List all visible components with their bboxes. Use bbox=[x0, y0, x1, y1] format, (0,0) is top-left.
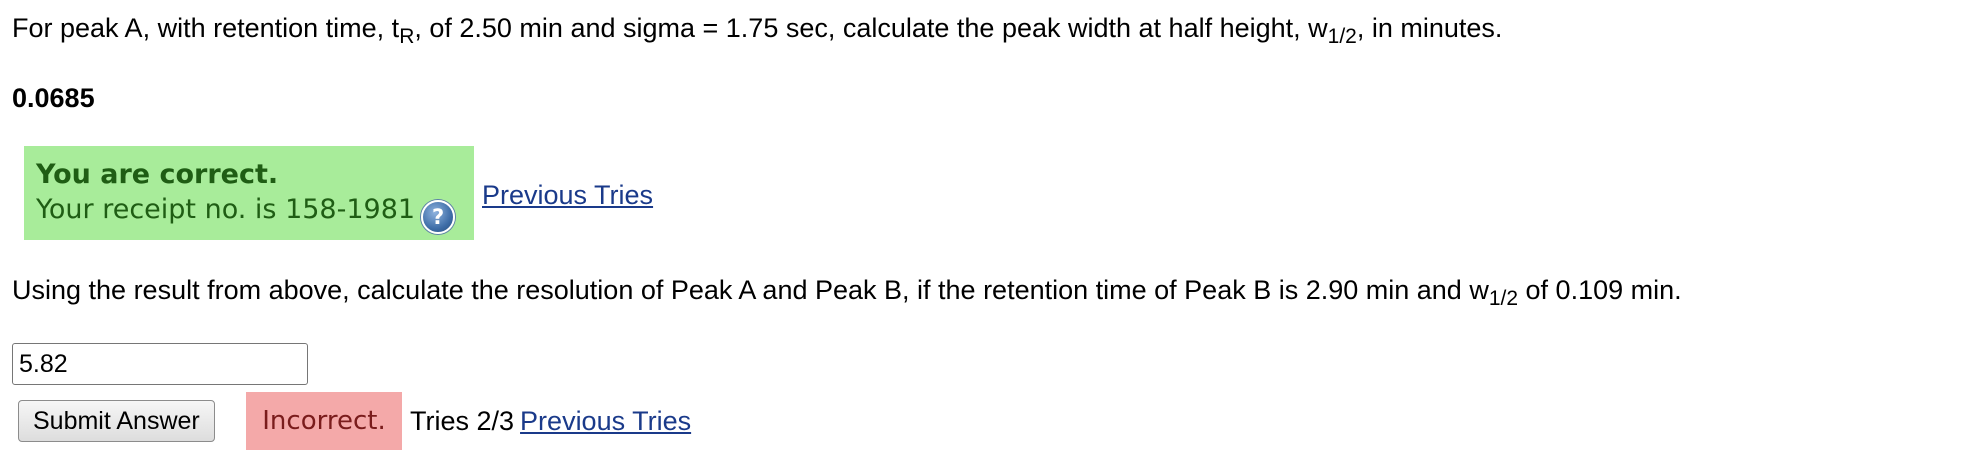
question-1-subscript-r: R bbox=[399, 25, 415, 48]
submit-answer-button[interactable]: Submit Answer bbox=[18, 400, 215, 442]
question-1-part-2: , of 2.50 min and sigma = 1.75 sec, calc… bbox=[414, 13, 1328, 43]
tries-info: Tries 2/3 Previous Tries bbox=[410, 401, 691, 441]
question-1-subscript-half: 1/2 bbox=[1327, 25, 1357, 48]
previous-tries-link-1[interactable]: Previous Tries bbox=[482, 175, 653, 215]
incorrect-status-badge: Incorrect. bbox=[246, 392, 402, 450]
question-2-part-1: Using the result from above, calculate t… bbox=[12, 275, 1489, 305]
receipt-line: Your receipt no. is 158-1981? bbox=[36, 192, 474, 234]
correct-feedback-box: You are correct. Your receipt no. is 158… bbox=[24, 146, 474, 240]
correct-feedback-title: You are correct. bbox=[36, 159, 279, 190]
question-1-part-3: , in minutes. bbox=[1356, 13, 1503, 43]
answer-1-value: 0.0685 bbox=[12, 83, 95, 113]
question-2-text: Using the result from above, calculate t… bbox=[12, 270, 1682, 310]
receipt-text: Your receipt no. is 158-1981 bbox=[36, 194, 416, 225]
answer-2-input[interactable] bbox=[12, 343, 308, 385]
previous-tries-link-2[interactable]: Previous Tries bbox=[520, 406, 691, 436]
question-2-subscript-half: 1/2 bbox=[1488, 287, 1519, 310]
question-1-part-1: For peak A, with retention time, t bbox=[12, 13, 400, 43]
question-circle-icon[interactable]: ? bbox=[421, 200, 456, 234]
question-1-text: For peak A, with retention time, tR, of … bbox=[12, 8, 1502, 48]
question-2-part-2: of 0.109 min. bbox=[1518, 275, 1682, 305]
tries-count: Tries 2/3 bbox=[410, 406, 515, 436]
